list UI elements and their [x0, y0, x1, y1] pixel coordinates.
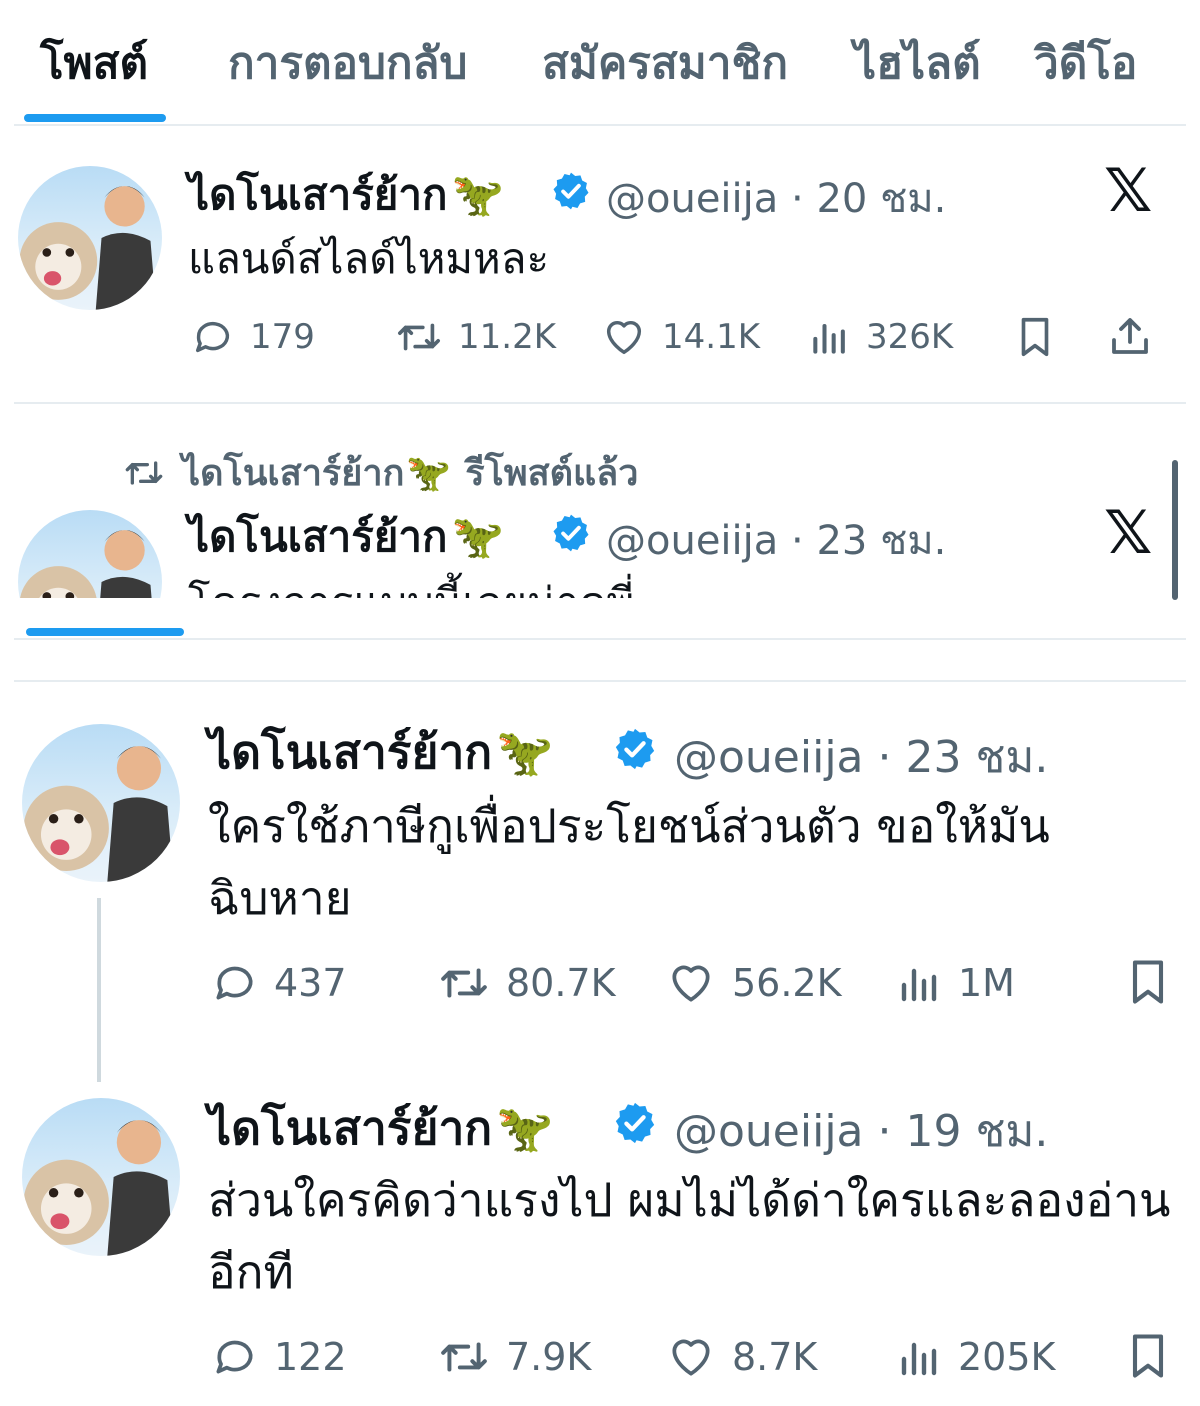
view-count: 1M [958, 961, 1015, 1005]
like-icon [672, 965, 710, 1002]
reply-button[interactable]: 437 [210, 958, 347, 1008]
view-count: 205K [958, 1335, 1056, 1379]
post-time[interactable]: 23 ชม. [816, 518, 946, 564]
like-icon [606, 320, 642, 355]
display-name-text: ไดโนเสาร์ย้าก [208, 725, 493, 779]
verified-icon [615, 728, 655, 770]
views-button[interactable]: 326K [808, 314, 953, 360]
display-name-text: ไดโนเสาร์ย้าก [188, 512, 448, 561]
profile-tabs: โพสต์ การตอบกลับ สมัครสมาชิก ไฮไลต์ วิดี… [0, 0, 1200, 128]
views-icon [901, 968, 937, 1002]
avatar-image [19, 186, 157, 310]
post-time[interactable]: 23 ชม. [905, 732, 1048, 783]
reply-count: 179 [250, 317, 315, 357]
handle: @oueiija [674, 1106, 864, 1157]
display-name-text: ไดโนเสาร์ย้าก [208, 1101, 493, 1155]
repost-button[interactable]: 11.2K [394, 314, 556, 360]
dinosaur-emoji: 🦖 [451, 170, 504, 219]
tab-posts[interactable]: โพสต์ [40, 28, 148, 98]
like-count: 8.7K [732, 1335, 818, 1379]
display-name[interactable]: ไดโนเสาร์ย้าก🦖 [188, 504, 504, 570]
views-button[interactable]: 205K [896, 1332, 1055, 1382]
post-text: ส่วนใครคิดว่าแรงไป ผมไม่ได้ด่าใครและลองอ… [208, 1173, 1171, 1299]
scrollbar[interactable] [1172, 460, 1178, 600]
handle-and-time[interactable]: @oueiija · 23 ชม. [674, 722, 1048, 792]
repost-icon [125, 460, 163, 485]
bookmark-icon[interactable] [1122, 1330, 1174, 1382]
handle: @oueiija [606, 518, 779, 564]
x-logo-icon: 𝕏 [1104, 156, 1153, 226]
avatar[interactable] [18, 166, 162, 310]
divider [14, 124, 1186, 126]
view-count: 326K [866, 317, 954, 357]
dinosaur-emoji: 🦖 [406, 452, 452, 494]
post-text: ใครใช้ภาษีกูเพื่อประโยชน์ส่วนตัว ขอให้มั… [208, 799, 1050, 925]
avatar[interactable] [22, 724, 180, 882]
bookmark-icon[interactable] [1012, 314, 1058, 360]
like-count: 14.1K [662, 317, 760, 357]
tab-videos[interactable]: วิดีโอ [1034, 28, 1137, 98]
repost-icon [441, 968, 487, 998]
bookmark-icon[interactable] [1122, 956, 1174, 1008]
like-button[interactable]: 56.2K [664, 958, 842, 1008]
tab-replies[interactable]: การตอบกลับ [228, 28, 467, 98]
views-icon [813, 323, 845, 354]
post-time[interactable]: 19 ชม. [905, 1106, 1048, 1157]
avatar-image [23, 746, 174, 882]
x-logo-icon: 𝕏 [1104, 498, 1153, 568]
display-name[interactable]: ไดโนเสาร์ย้าก🦖 [208, 716, 553, 789]
reply-icon [216, 1340, 253, 1374]
avatar-image [23, 1120, 174, 1256]
verified-icon [553, 514, 589, 552]
verified-icon [553, 172, 589, 210]
avatar[interactable] [18, 510, 162, 598]
handle: @oueiija [674, 732, 864, 783]
display-name[interactable]: ไดโนเสาร์ย้าก🦖 [208, 1092, 553, 1165]
post-text: แลนด์สไลด์ไหมหละ [188, 234, 550, 283]
post-text: โครงการแบบนี้เลยน่าดูพี่ [188, 568, 1148, 598]
dinosaur-emoji: 🦖 [496, 1101, 554, 1155]
display-name-text: ไดโนเสาร์ย้าก [188, 170, 448, 219]
views-button[interactable]: 1M [896, 958, 1015, 1008]
divider [14, 638, 1186, 640]
display-name[interactable]: ไดโนเสาร์ย้าก🦖 [188, 162, 504, 228]
reply-icon [195, 321, 230, 353]
like-button[interactable]: 14.1K [600, 314, 760, 360]
handle: @oueiija [606, 176, 779, 222]
repost-button[interactable]: 7.9K [436, 1332, 591, 1382]
post-preview-clip: ไดโนเสาร์ย้าก🦖 @oueiija · 23 ชม. 𝕏 โครงก… [0, 490, 1200, 598]
like-button[interactable]: 8.7K [664, 1332, 817, 1382]
verified-icon [615, 1102, 655, 1144]
handle-and-time[interactable]: @oueiija · 19 ชม. [674, 1096, 1048, 1166]
repost-count: 11.2K [458, 317, 556, 357]
reply-button[interactable]: 122 [210, 1332, 347, 1382]
active-tab-indicator [24, 114, 166, 122]
repost-count: 7.9K [506, 1335, 592, 1379]
post-time[interactable]: 20 ชม. [816, 176, 946, 222]
progress-indicator [26, 628, 184, 636]
reply-count: 437 [274, 961, 347, 1005]
divider [14, 402, 1186, 404]
reply-icon [216, 966, 253, 1000]
repost-icon [398, 323, 440, 351]
share-icon[interactable] [1106, 312, 1154, 360]
dinosaur-emoji: 🦖 [451, 512, 504, 561]
repost-icon [441, 1342, 487, 1372]
divider [14, 680, 1186, 682]
views-icon [901, 1342, 937, 1376]
tab-subscriptions[interactable]: สมัครสมาชิก [542, 28, 788, 98]
like-count: 56.2K [732, 961, 842, 1005]
handle-and-time[interactable]: @oueiija · 23 ชม. [606, 508, 946, 572]
tab-highlights[interactable]: ไฮไลต์ [854, 28, 981, 98]
avatar-image [20, 530, 152, 598]
dinosaur-emoji: 🦖 [496, 725, 554, 779]
repost-button[interactable]: 80.7K [436, 958, 616, 1008]
reply-count: 122 [274, 1335, 347, 1379]
repost-count: 80.7K [506, 961, 616, 1005]
handle-and-time[interactable]: @oueiija · 20 ชม. [606, 166, 946, 230]
like-icon [672, 1339, 710, 1376]
thread-connector [97, 898, 101, 1082]
reply-button[interactable]: 179 [190, 314, 315, 360]
avatar[interactable] [22, 1098, 180, 1256]
